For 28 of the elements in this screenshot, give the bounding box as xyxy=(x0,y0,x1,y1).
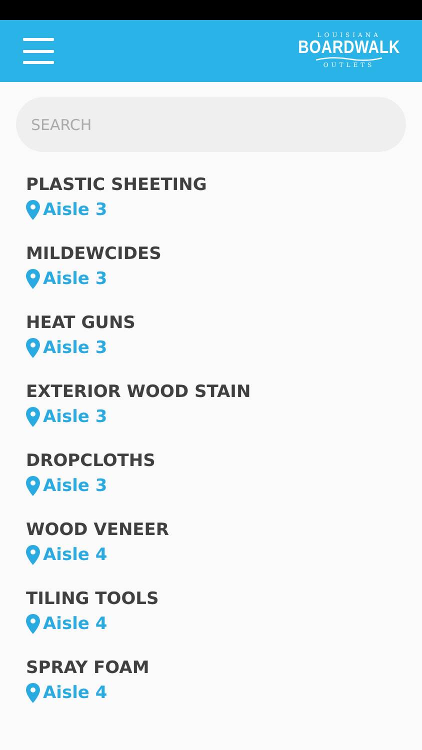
item-name: PLASTIC SHEETING xyxy=(26,174,208,196)
location-pin-icon xyxy=(26,269,40,289)
aisle-label: Aisle 3 xyxy=(43,475,108,497)
location-pin-icon xyxy=(26,338,40,358)
aisle-label: Aisle 4 xyxy=(43,613,108,635)
aisle-label: Aisle 3 xyxy=(43,337,108,359)
location-pin-icon xyxy=(26,407,40,427)
search-field[interactable]: SEARCH xyxy=(16,97,406,152)
aisle-label: Aisle 4 xyxy=(43,544,108,566)
item-name: WOOD VENEER xyxy=(26,519,170,541)
aisle-label: Aisle 3 xyxy=(43,199,108,221)
location-pin-icon xyxy=(26,683,40,703)
logo-text: BOARDWALK xyxy=(298,38,400,58)
item-name: TILING TOOLS xyxy=(26,588,160,610)
wave-icon xyxy=(314,56,384,62)
location-pin-icon xyxy=(26,200,40,220)
location-pin-icon xyxy=(26,476,40,496)
item-name: HEAT GUNS xyxy=(26,312,136,334)
item-name: DROPCLOTHS xyxy=(26,450,156,472)
item-name: EXTERIOR WOOD STAIN xyxy=(26,381,252,403)
aisle-label: Aisle 3 xyxy=(43,406,108,428)
location-pin-icon xyxy=(26,545,40,565)
aisle-label: Aisle 4 xyxy=(43,682,108,704)
menu-button[interactable] xyxy=(23,38,54,64)
item-name: MILDEWCIDES xyxy=(26,243,162,265)
item-name: SPRAY FOAM xyxy=(26,657,150,679)
location-pin-icon xyxy=(26,614,40,634)
aisle-label: Aisle 3 xyxy=(43,268,108,290)
